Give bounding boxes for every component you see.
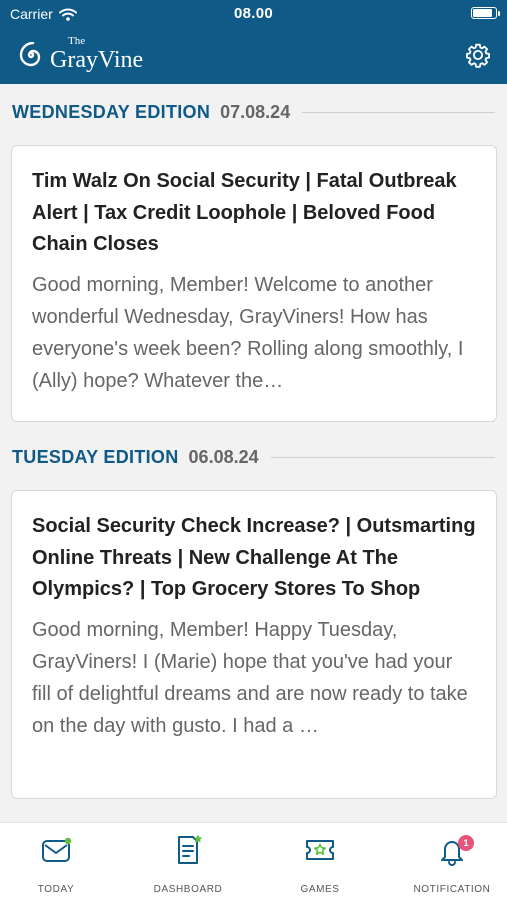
article-title: Tim Walz On Social Security | Fatal Outb… [32, 170, 457, 255]
game-ticket-icon [306, 840, 334, 860]
edition-title: TUESDAY EDITION [12, 446, 179, 467]
nav-label-notification: NOTIFICATION [413, 884, 491, 895]
spiral-logo-icon [19, 42, 41, 67]
edition-date: 06.08.24 [188, 446, 259, 467]
status-time: 08.00 [233, 5, 274, 22]
section-header-tuesday: TUESDAY EDITION 06.08.24 [12, 445, 495, 469]
nav-label-games: GAMES [300, 884, 340, 895]
article-excerpt: Good morning, Member! Welcome to another… [32, 273, 464, 392]
status-bar: Carrier 08.00 [0, 0, 507, 30]
divider [302, 111, 495, 113]
bottom-navigation: TODAY DASHBOARD GAMES 1 NOTIFICATION [0, 822, 507, 900]
brand-wordmark: The GrayVine [50, 35, 144, 73]
nav-today[interactable]: TODAY [6, 833, 106, 899]
article-card[interactable]: Tim Walz On Social Security | Fatal Outb… [11, 145, 497, 422]
article-card[interactable]: Social Security Check Increase? | Outsma… [11, 490, 497, 799]
notification-badge: 1 [458, 835, 474, 851]
edition-date: 07.08.24 [220, 101, 291, 122]
article-excerpt: Good morning, Member! Happy Tuesday, Gra… [32, 618, 468, 737]
nav-label-today: TODAY [37, 884, 75, 895]
app-header: The GrayVine [0, 30, 507, 84]
document-dashboard-icon [178, 834, 203, 864]
nav-dashboard[interactable]: DASHBOARD [138, 833, 238, 899]
brand-name: GrayVine [50, 47, 144, 73]
divider [270, 456, 495, 458]
nav-notification[interactable]: 1 NOTIFICATION [402, 833, 502, 899]
grayvine-logo[interactable]: The GrayVine [18, 35, 144, 73]
section-header-wednesday: WEDNESDAY EDITION 07.08.24 [12, 100, 495, 124]
edition-title: WEDNESDAY EDITION [12, 101, 211, 122]
nav-games[interactable]: GAMES [270, 833, 370, 899]
article-title: Social Security Check Increase? | Outsma… [32, 515, 476, 600]
settings-gear-icon[interactable] [465, 42, 491, 68]
brand-the: The [68, 35, 86, 47]
battery-icon [471, 7, 500, 19]
mail-today-icon [42, 837, 72, 862]
nav-label-dashboard: DASHBOARD [153, 884, 223, 895]
